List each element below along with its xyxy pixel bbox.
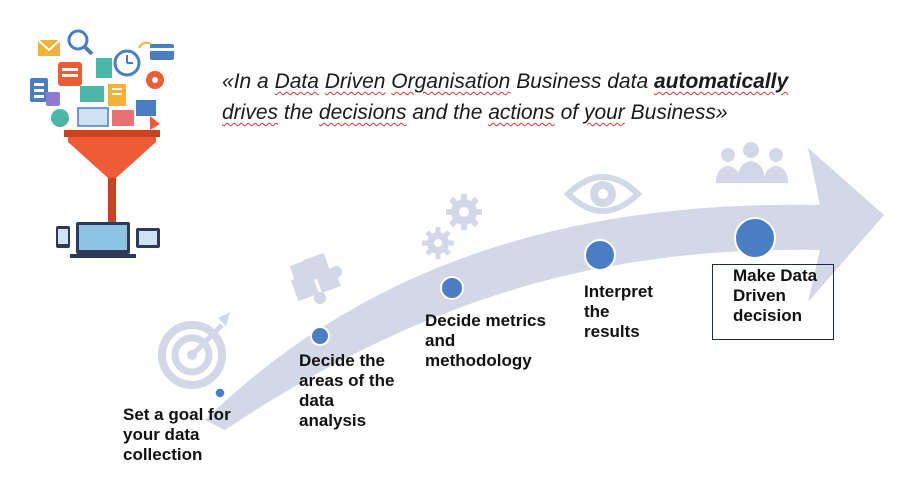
step-label-set-goal: Set a goal for your data collection — [123, 405, 231, 464]
step-marker-5 — [734, 217, 776, 259]
quote-text: the — [278, 101, 319, 124]
step-marker-1 — [214, 387, 226, 399]
quote-text: and the — [406, 101, 489, 124]
step-label-decide-areas: Decide the areas of the data analysis — [299, 351, 395, 430]
step-marker-4 — [584, 239, 616, 271]
step-marker-2 — [310, 326, 330, 346]
step-label-interpret-results: Interpret the results — [584, 282, 653, 341]
quote-text: actions — [488, 101, 555, 124]
quote-text: drives — [222, 101, 279, 124]
people-icon — [716, 142, 788, 183]
quote-text: Organisation — [391, 70, 511, 93]
quote-close-mark: » — [715, 101, 728, 124]
puzzle-icon — [289, 252, 342, 304]
quote-text: Data — [274, 70, 319, 93]
quote-open-mark: « — [222, 70, 234, 93]
quote-text: of — [554, 101, 584, 124]
step-label-decide-metrics: Decide metrics and methodology — [425, 311, 546, 370]
target-icon — [158, 312, 230, 389]
quote-text: your — [583, 101, 625, 124]
step-label-make-decision: Make Data Driven decision — [712, 264, 834, 340]
step-marker-3 — [440, 276, 464, 300]
quote-text: Business data — [510, 70, 654, 93]
quote-text: In a — [233, 70, 275, 93]
quote-text: Driven — [324, 70, 386, 93]
gears-icon — [422, 194, 482, 259]
data-funnel-icon — [30, 29, 174, 258]
headline-quote: «In a Data Driven Organisation Business … — [222, 66, 902, 128]
quote-text: decisions — [318, 101, 407, 124]
quote-text: Business — [624, 101, 716, 124]
quote-emphasis: automatically — [653, 70, 789, 93]
eye-icon — [563, 174, 643, 214]
